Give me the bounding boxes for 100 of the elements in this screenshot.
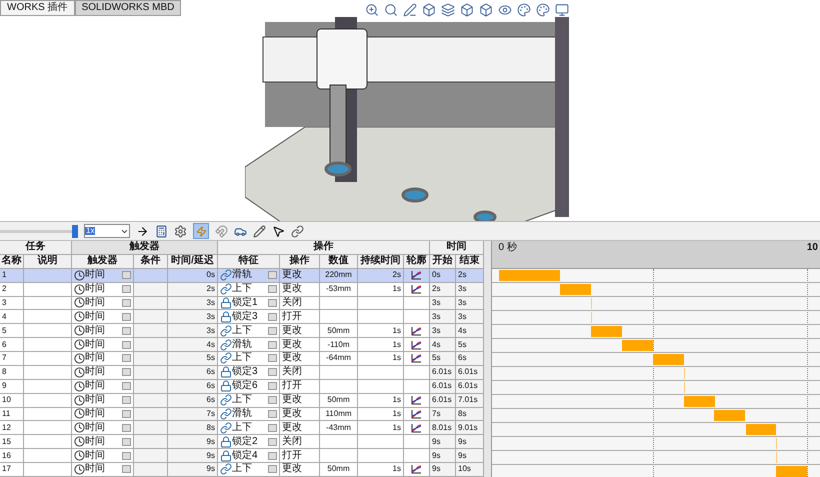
table-cell: 9s	[206, 438, 215, 446]
table-row[interactable]: 16 时间 9s 锁定4 打开 9s 9s	[0, 449, 484, 463]
table-row[interactable]: 10 时间 6s 上下 更改 50mm 1s 6.01s 7.01s	[0, 394, 484, 408]
profile-curve-icon[interactable]	[411, 422, 422, 433]
table-row[interactable]: 1 时间 0s 滑轨 更改 220mm 2s 0s 2s	[0, 268, 484, 283]
timeline-marker[interactable]	[684, 368, 685, 379]
clock-icon	[74, 352, 85, 364]
magnet-icon[interactable]	[215, 224, 228, 238]
slider-thumb[interactable]	[72, 224, 78, 238]
layers-icon[interactable]	[441, 3, 455, 17]
gear-icon[interactable]	[174, 224, 187, 238]
link-icon[interactable]	[291, 224, 304, 238]
table-cell: 打开	[282, 381, 302, 392]
table-cell: 3s	[458, 312, 466, 321]
profile-curve-icon[interactable]	[411, 353, 422, 364]
column-header[interactable]: 特征	[238, 256, 258, 266]
palette-icon[interactable]	[517, 3, 531, 17]
table-cell: 滑轨	[232, 270, 252, 280]
arrow-right-icon[interactable]	[136, 224, 149, 238]
table-cell: -43mm	[326, 424, 351, 432]
clock-icon	[74, 284, 85, 295]
table-row[interactable]: 4 时间 3s 锁定3 打开 3s 3s	[0, 310, 484, 324]
column-header[interactable]: 数值	[328, 256, 348, 266]
table-cell: 时间	[85, 340, 105, 350]
column-header[interactable]: 操作	[290, 256, 310, 266]
profile-curve-icon[interactable]	[411, 395, 422, 406]
table-cell: 1s	[392, 354, 401, 362]
monitor-icon[interactable]	[555, 3, 569, 17]
table-cell: 时间	[85, 270, 105, 280]
column-header[interactable]: 时间/延迟	[171, 256, 214, 266]
timeline-marker[interactable]	[591, 298, 592, 309]
timeline-marker[interactable]	[684, 382, 685, 393]
timeline-marker[interactable]	[776, 438, 778, 449]
table-cell: 0s	[432, 271, 440, 280]
profile-curve-icon[interactable]	[411, 270, 422, 280]
speed-dropdown[interactable]: 1x	[84, 224, 130, 238]
timeline-marker[interactable]	[776, 452, 778, 463]
table-row[interactable]: 2 时间 2s 上下 更改 -53mm 1s 2s 3s	[0, 282, 484, 296]
eye-icon[interactable]	[498, 3, 512, 17]
linear-motor-icon	[220, 422, 232, 434]
table-cell: 110mm	[325, 410, 352, 418]
table-cell: 7s	[206, 410, 215, 418]
profile-curve-icon[interactable]	[411, 464, 422, 474]
table-row[interactable]: 12 时间 8s 上下 更改 -43mm 1s 8.01s 9.01s	[0, 421, 484, 436]
clock-icon	[74, 366, 85, 378]
profile-curve-icon[interactable]	[411, 284, 422, 294]
calculator-icon[interactable]	[155, 224, 168, 238]
profile-curve-icon[interactable]	[411, 340, 422, 350]
table-cell: 时间	[85, 312, 105, 322]
column-header[interactable]: 触发器	[88, 256, 118, 266]
column-header[interactable]: 开始	[432, 256, 452, 266]
cube-icon[interactable]	[422, 3, 436, 17]
table-row[interactable]: 7 时间 5s 上下 更改 -64mm 1s 5s 6s	[0, 352, 484, 366]
table-cell: 10s	[458, 465, 471, 474]
cube-icon[interactable]	[460, 3, 474, 17]
playback-slider[interactable]	[0, 224, 78, 238]
column-group-header: 操作	[314, 242, 334, 252]
table-cell: 2s	[206, 285, 215, 294]
timeline-marker[interactable]	[591, 312, 592, 323]
cube-icon[interactable]	[479, 3, 493, 17]
search-icon[interactable]	[384, 3, 398, 17]
table-cell: 9	[2, 382, 6, 390]
profile-curve-icon[interactable]	[411, 408, 422, 419]
pencil-icon[interactable]	[253, 224, 266, 238]
table-row[interactable]: 9 时间 6s 锁定6 打开 6.01s 6.01s	[0, 380, 484, 394]
table-cell: 时间	[85, 436, 105, 447]
table-row[interactable]: 11 时间 7s 滑轨 更改 110mm 1s 7s 8s	[0, 408, 484, 422]
table-row[interactable]: 3 时间 3s 锁定1 关闭 3s 3s	[0, 296, 484, 310]
table-cell: 9s	[458, 438, 466, 446]
column-header[interactable]: 轮廓	[406, 256, 426, 266]
timeline-bar[interactable]	[746, 424, 776, 435]
profile-curve-icon[interactable]	[411, 326, 422, 336]
table-row[interactable]: 5 时间 3s 上下 更改 50mm 1s 3s 4s	[0, 324, 484, 338]
column-header[interactable]: 名称	[2, 256, 22, 266]
table-row[interactable]: 15 时间 9s 锁定2 关闭 9s 9s	[0, 435, 484, 450]
table-cell: 1s	[392, 410, 401, 418]
table-cell: 9s	[432, 465, 440, 474]
table-cell: 0s	[206, 271, 215, 280]
scrollbar[interactable]	[484, 241, 492, 477]
toolbar-toggle-button[interactable]	[193, 223, 209, 239]
lightning-icon	[196, 226, 206, 236]
column-header[interactable]: 持续时间	[360, 256, 400, 266]
table-row[interactable]: 17 时间 9s 上下 更改 50mm 1s 9s 10s	[0, 463, 484, 477]
column-header[interactable]: 条件	[140, 256, 160, 266]
table-cell: 时间	[85, 298, 105, 308]
column-group-header: 任务	[26, 242, 46, 252]
pen-icon[interactable]	[403, 3, 417, 17]
column-header[interactable]: 说明	[38, 256, 58, 266]
cursor-icon[interactable]	[272, 224, 285, 238]
time-ruler[interactable]: 0 秒 10	[492, 241, 820, 269]
table-row[interactable]: 6 时间 4s 滑轨 更改 -110m 1s 4s 5s	[0, 338, 484, 352]
palette-icon[interactable]	[536, 3, 550, 17]
table-cell: 时间	[85, 408, 105, 419]
table-row[interactable]: 8 时间 6s 锁定3 关闭 6.01s 6.01s	[0, 366, 484, 380]
tab[interactable]: WORKS 插件	[0, 0, 75, 16]
table-cell: 9s	[432, 438, 440, 446]
zoom-icon[interactable]	[365, 3, 379, 17]
tab[interactable]: SOLIDWORKS MBD	[74, 0, 182, 16]
column-header[interactable]: 结束	[460, 256, 480, 266]
table-cell: 6.01s	[432, 368, 452, 376]
